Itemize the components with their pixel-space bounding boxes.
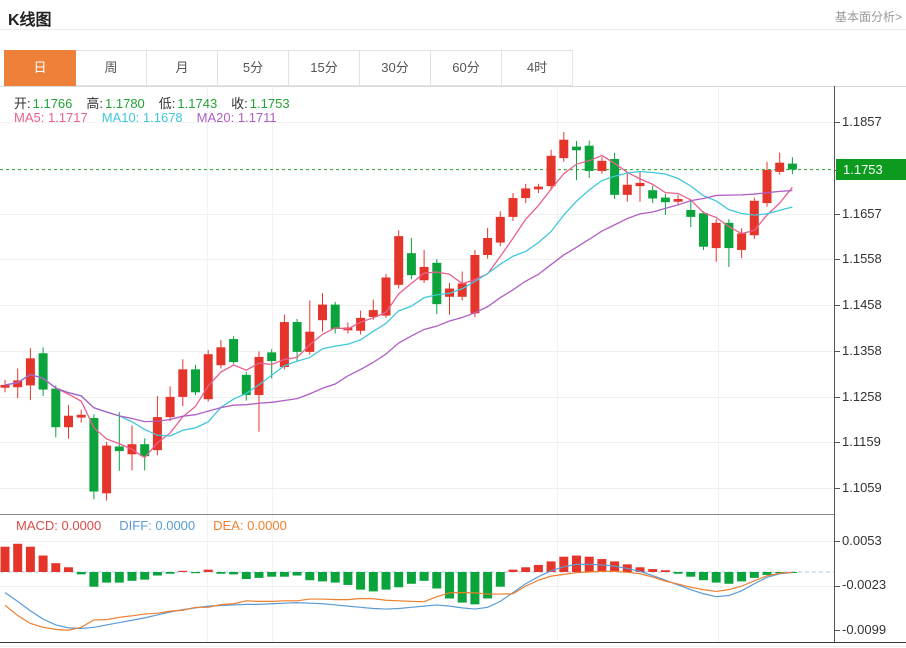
macd-histogram	[1, 544, 797, 605]
macd-axis-label: -0.0023	[842, 578, 886, 592]
price-axis-label: 1.1558	[842, 252, 882, 266]
kline-app: K线图 基本面分析> 日 周 月 5分 15分 30分 60分 4时 开:1.1…	[0, 0, 906, 648]
price-axis-label: 1.1258	[842, 390, 882, 404]
axis-tick	[834, 122, 840, 123]
price-axis-label: 1.1458	[842, 298, 882, 312]
axis-tick	[834, 214, 840, 215]
price-axis-label: 1.1358	[842, 344, 882, 358]
candles	[1, 132, 797, 501]
axis-tick	[834, 586, 840, 587]
axis-tick	[834, 305, 840, 306]
ma10-legend: MA10: 1.1678	[102, 110, 183, 125]
price-axis-label: 1.1059	[842, 481, 882, 495]
macd-value: MACD: 0.0000	[16, 518, 101, 533]
diff-value: DIFF: 0.0000	[119, 518, 195, 533]
axis-tick	[834, 397, 840, 398]
macd-legend: MACD: 0.0000 DIFF: 0.0000 DEA: 0.0000	[16, 518, 287, 533]
ma20-line	[5, 191, 792, 422]
axis-tick	[834, 488, 840, 489]
axis-tick	[834, 541, 840, 542]
axis-tick	[834, 630, 840, 631]
price-axis-label: 1.1159	[842, 435, 881, 449]
axis-tick	[834, 351, 840, 352]
macd-axis-label: 0.0053	[842, 534, 882, 548]
axis-tick	[834, 442, 840, 443]
axis-tick	[834, 259, 840, 260]
ma-legend: MA5: 1.1717 MA10: 1.1678 MA20: 1.1711	[14, 110, 277, 125]
current-price-label: 1.1753	[836, 159, 906, 180]
price-axis-label: 1.1857	[842, 115, 882, 129]
x-axis-line	[0, 642, 906, 643]
pane-divider	[0, 514, 834, 515]
macd-axis-label: -0.0099	[842, 623, 886, 637]
ma20-legend: MA20: 1.1711	[197, 110, 277, 125]
dea-value: DEA: 0.0000	[213, 518, 287, 533]
ma5-legend: MA5: 1.1717	[14, 110, 88, 125]
ma10-line	[5, 172, 792, 437]
price-axis-label: 1.1657	[842, 207, 882, 221]
